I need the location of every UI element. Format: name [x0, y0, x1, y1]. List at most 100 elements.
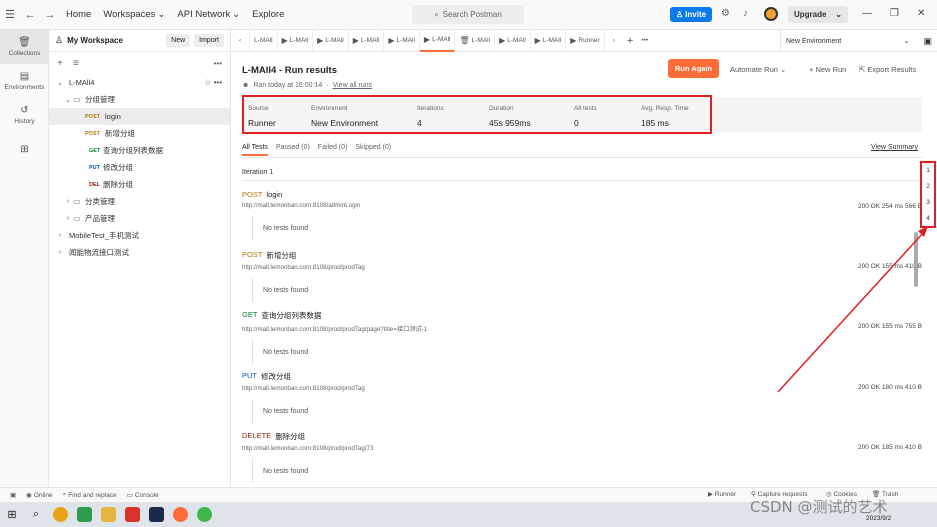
upgrade-button[interactable]: Upgrade ⌄: [788, 6, 848, 23]
nav-api-network-label: API Network: [177, 9, 231, 20]
collection-item[interactable]: › 闻能物流接口测试: [49, 244, 230, 261]
request-item[interactable]: PUT 修改分组: [49, 159, 230, 176]
tab-scroll-left[interactable]: ‹: [231, 29, 251, 52]
request-url: http://mall.lemonban.com:8108/adminLogin: [242, 202, 361, 209]
filter-skipped[interactable]: Skipped (0): [355, 144, 391, 156]
collection-item[interactable]: › MobileTest_手机测试: [49, 227, 230, 244]
tab-request[interactable]: L-MAll: [250, 29, 278, 52]
result-row[interactable]: DELETE 删除分组 http://mall.lemonban.com:8108…: [242, 431, 922, 483]
plus-icon[interactable]: +: [57, 58, 63, 69]
tab-request[interactable]: 🗑 L-MAll: [455, 29, 496, 52]
tab-more-icon[interactable]: •••: [637, 30, 652, 52]
close-icon[interactable]: ✕: [917, 8, 925, 19]
stat-iterations: Iterations 4: [417, 105, 444, 128]
wechat-icon[interactable]: [192, 502, 216, 527]
tab-request[interactable]: ▶ L-MAll: [384, 29, 420, 52]
back-arrow-icon[interactable]: ←: [20, 9, 40, 21]
export-results-button[interactable]: ⇱ Export Results: [859, 65, 916, 74]
iteration-link-2[interactable]: 2: [926, 183, 930, 190]
iteration-link-3[interactable]: 3: [926, 199, 930, 206]
chrome-icon[interactable]: [48, 502, 72, 527]
result-request: POST 新增分组: [242, 250, 922, 261]
rail-collections[interactable]: 🗑 Collections: [0, 30, 49, 64]
import-button[interactable]: Import: [194, 34, 224, 47]
menu-icon[interactable]: ☰: [0, 8, 20, 21]
automate-run-button[interactable]: Automate Run ⌄: [730, 65, 786, 74]
new-tab-button[interactable]: +: [623, 30, 637, 52]
minimize-icon[interactable]: —: [862, 8, 872, 19]
environment-selector[interactable]: New Environment ⌄ ▣: [780, 30, 937, 52]
more-icon[interactable]: •••: [214, 59, 222, 68]
folder-icon[interactable]: [96, 502, 120, 527]
folder-item[interactable]: ⌄ ▭ 分组管理: [49, 91, 230, 108]
filter-failed[interactable]: Failed (0): [318, 144, 348, 156]
rail-history[interactable]: ↺ History: [0, 98, 49, 132]
nav-api-network[interactable]: API Network ⌄: [177, 9, 240, 20]
tab-request[interactable]: ▶ L-MAll: [495, 29, 531, 52]
tab-request[interactable]: ▶ L-MAll: [419, 29, 456, 52]
collection-label: MobileTest_手机测试: [69, 231, 140, 240]
result-row[interactable]: GET 查询分组列表数据 http://mall.lemonban.com:810…: [242, 310, 922, 364]
search-icon[interactable]: ⌕: [24, 502, 48, 527]
result-row[interactable]: POST 新增分组 http://mall.lemonban.com:8108/p…: [242, 250, 922, 302]
result-row[interactable]: POST login http://mall.lemonban.com:8108/…: [242, 190, 922, 240]
collection-item[interactable]: ⌄ L-MAll4 ☆ •••: [49, 74, 230, 91]
runner-status-button[interactable]: ▶ Runner: [708, 490, 736, 498]
ide-icon[interactable]: [144, 502, 168, 527]
rail-history-label: History: [14, 118, 35, 125]
nav-workspaces[interactable]: Workspaces ⌄: [103, 9, 165, 20]
scrollbar[interactable]: [914, 232, 918, 287]
filter-all-tests[interactable]: All Tests: [242, 144, 268, 156]
folder-item[interactable]: › ▭ 分类管理: [49, 193, 230, 210]
view-all-runs-link[interactable]: View all runs: [333, 82, 373, 89]
request-item[interactable]: DEL 删除分组: [49, 176, 230, 193]
tab-scroll-right[interactable]: ›: [605, 30, 623, 52]
rail-environments[interactable]: ▤ Environments: [0, 64, 49, 98]
iteration-link-4[interactable]: 4: [926, 215, 930, 222]
tab-request[interactable]: ▶ L-MAll: [313, 29, 349, 52]
gear-icon[interactable]: ⚙: [721, 8, 730, 19]
app-icon[interactable]: [72, 502, 96, 527]
left-rail: 🗑 Collections ▤ Environments ↺ History ⊞: [0, 30, 49, 487]
avatar[interactable]: [764, 7, 778, 21]
nav-explore[interactable]: Explore: [252, 9, 284, 20]
layout-icon[interactable]: ▣: [10, 491, 16, 499]
invite-button[interactable]: ♙ Invite: [670, 7, 713, 22]
tab-request[interactable]: ▶ L-MAll: [278, 29, 314, 52]
tab-request[interactable]: ▶ L-MAll: [349, 29, 385, 52]
request-item[interactable]: POST 新增分组: [49, 125, 230, 142]
request-item[interactable]: GET 查询分组列表数据: [49, 142, 230, 159]
new-button[interactable]: New: [166, 34, 191, 47]
folder-item[interactable]: › ▭ 产品管理: [49, 210, 230, 227]
console-button[interactable]: ▭ Console: [127, 491, 159, 500]
online-status[interactable]: ◉ Online: [26, 491, 52, 500]
star-icon[interactable]: ☆ •••: [204, 78, 222, 87]
bell-icon[interactable]: ♪: [743, 8, 748, 19]
find-replace-button[interactable]: ⌕ Find and replace: [63, 491, 117, 499]
rail-flows[interactable]: ⊞: [0, 132, 49, 166]
search-input[interactable]: ⌕ Search Postman: [412, 5, 524, 24]
result-row[interactable]: PUT 修改分组 http://mall.lemonban.com:8108/pr…: [242, 371, 922, 423]
view-summary-link[interactable]: View Summary: [871, 144, 918, 151]
new-run-button[interactable]: + New Run: [809, 65, 846, 74]
run-again-button[interactable]: Run Again: [668, 59, 719, 78]
tab-request[interactable]: ▶ L-MAll: [531, 29, 567, 52]
forward-arrow-icon[interactable]: →: [40, 9, 60, 21]
filter-passed[interactable]: Passed (0): [276, 144, 310, 156]
environment-quicklook-icon[interactable]: ▣: [923, 36, 932, 47]
iteration-link-1[interactable]: 1: [926, 167, 930, 174]
request-item[interactable]: POST login: [49, 108, 230, 125]
runner-icon: ▶: [570, 36, 577, 45]
nav-home[interactable]: Home: [66, 9, 91, 20]
postman-icon[interactable]: [168, 502, 192, 527]
user-icon: ♙: [55, 35, 64, 45]
filter-icon[interactable]: ≡: [73, 58, 79, 69]
tab-runner[interactable]: ▶ Runner: [566, 29, 605, 52]
response-status: 200 OK 185 ms 410 B: [858, 444, 922, 451]
windows-start-icon[interactable]: ⊞: [0, 502, 24, 527]
runner-icon: ▶: [317, 36, 324, 45]
wps-icon[interactable]: [120, 502, 144, 527]
restore-icon[interactable]: ❐: [890, 8, 899, 19]
runner-icon: ▶: [499, 36, 506, 45]
folder-label: 分类管理: [85, 197, 115, 206]
